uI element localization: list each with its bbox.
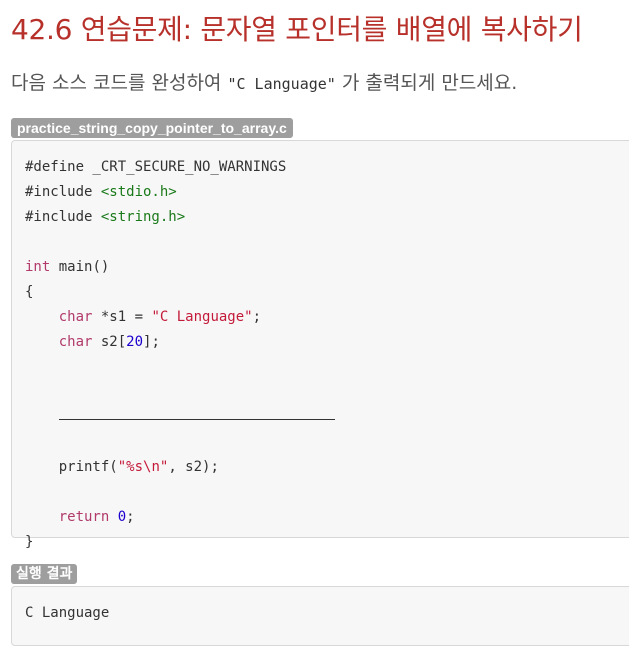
code-block[interactable]: #define _CRT_SECURE_NO_WARNINGS #include… bbox=[11, 140, 629, 550]
code-line-include-string: #include <string.h> bbox=[25, 209, 186, 225]
code-line-printf: printf("%s\n", s2); bbox=[58, 459, 219, 475]
code-line-s1: char *s1 = "C Language"; bbox=[58, 309, 262, 325]
code-line-open-brace: { bbox=[25, 284, 34, 300]
result-output: C Language bbox=[25, 605, 110, 621]
code-line-main: int main() bbox=[25, 259, 110, 275]
description-inline-code: "C Language" bbox=[227, 75, 336, 93]
description-text-before: 다음 소스 코드를 완성하여 bbox=[11, 72, 228, 94]
code-line-s2: char s2[20]; bbox=[58, 334, 160, 350]
description-text-after: 가 출력되게 만드세요. bbox=[335, 72, 518, 94]
page: 42.6 연습문제: 문자열 포인터를 배열에 복사하기 다음 소스 코드를 완… bbox=[0, 0, 629, 646]
file-name-badge: practice_string_copy_pointer_to_array.c bbox=[11, 118, 293, 138]
answer-blank[interactable] bbox=[58, 418, 335, 420]
source-code: #define _CRT_SECURE_NO_WARNINGS #include… bbox=[25, 155, 335, 555]
problem-description: 다음 소스 코드를 완성하여 "C Language" 가 출력되게 만드세요. bbox=[11, 70, 517, 97]
code-line-close-brace: } bbox=[25, 534, 34, 550]
code-line-include-stdio: #include <stdio.h> bbox=[25, 184, 177, 200]
result-badge: 실행 결과 bbox=[11, 564, 78, 584]
code-line-define: #define _CRT_SECURE_NO_WARNINGS bbox=[25, 159, 287, 175]
code-line-return: return 0; bbox=[58, 509, 135, 525]
page-title: 42.6 연습문제: 문자열 포인터를 배열에 복사하기 bbox=[11, 13, 583, 46]
result-block: C Language bbox=[11, 586, 629, 646]
